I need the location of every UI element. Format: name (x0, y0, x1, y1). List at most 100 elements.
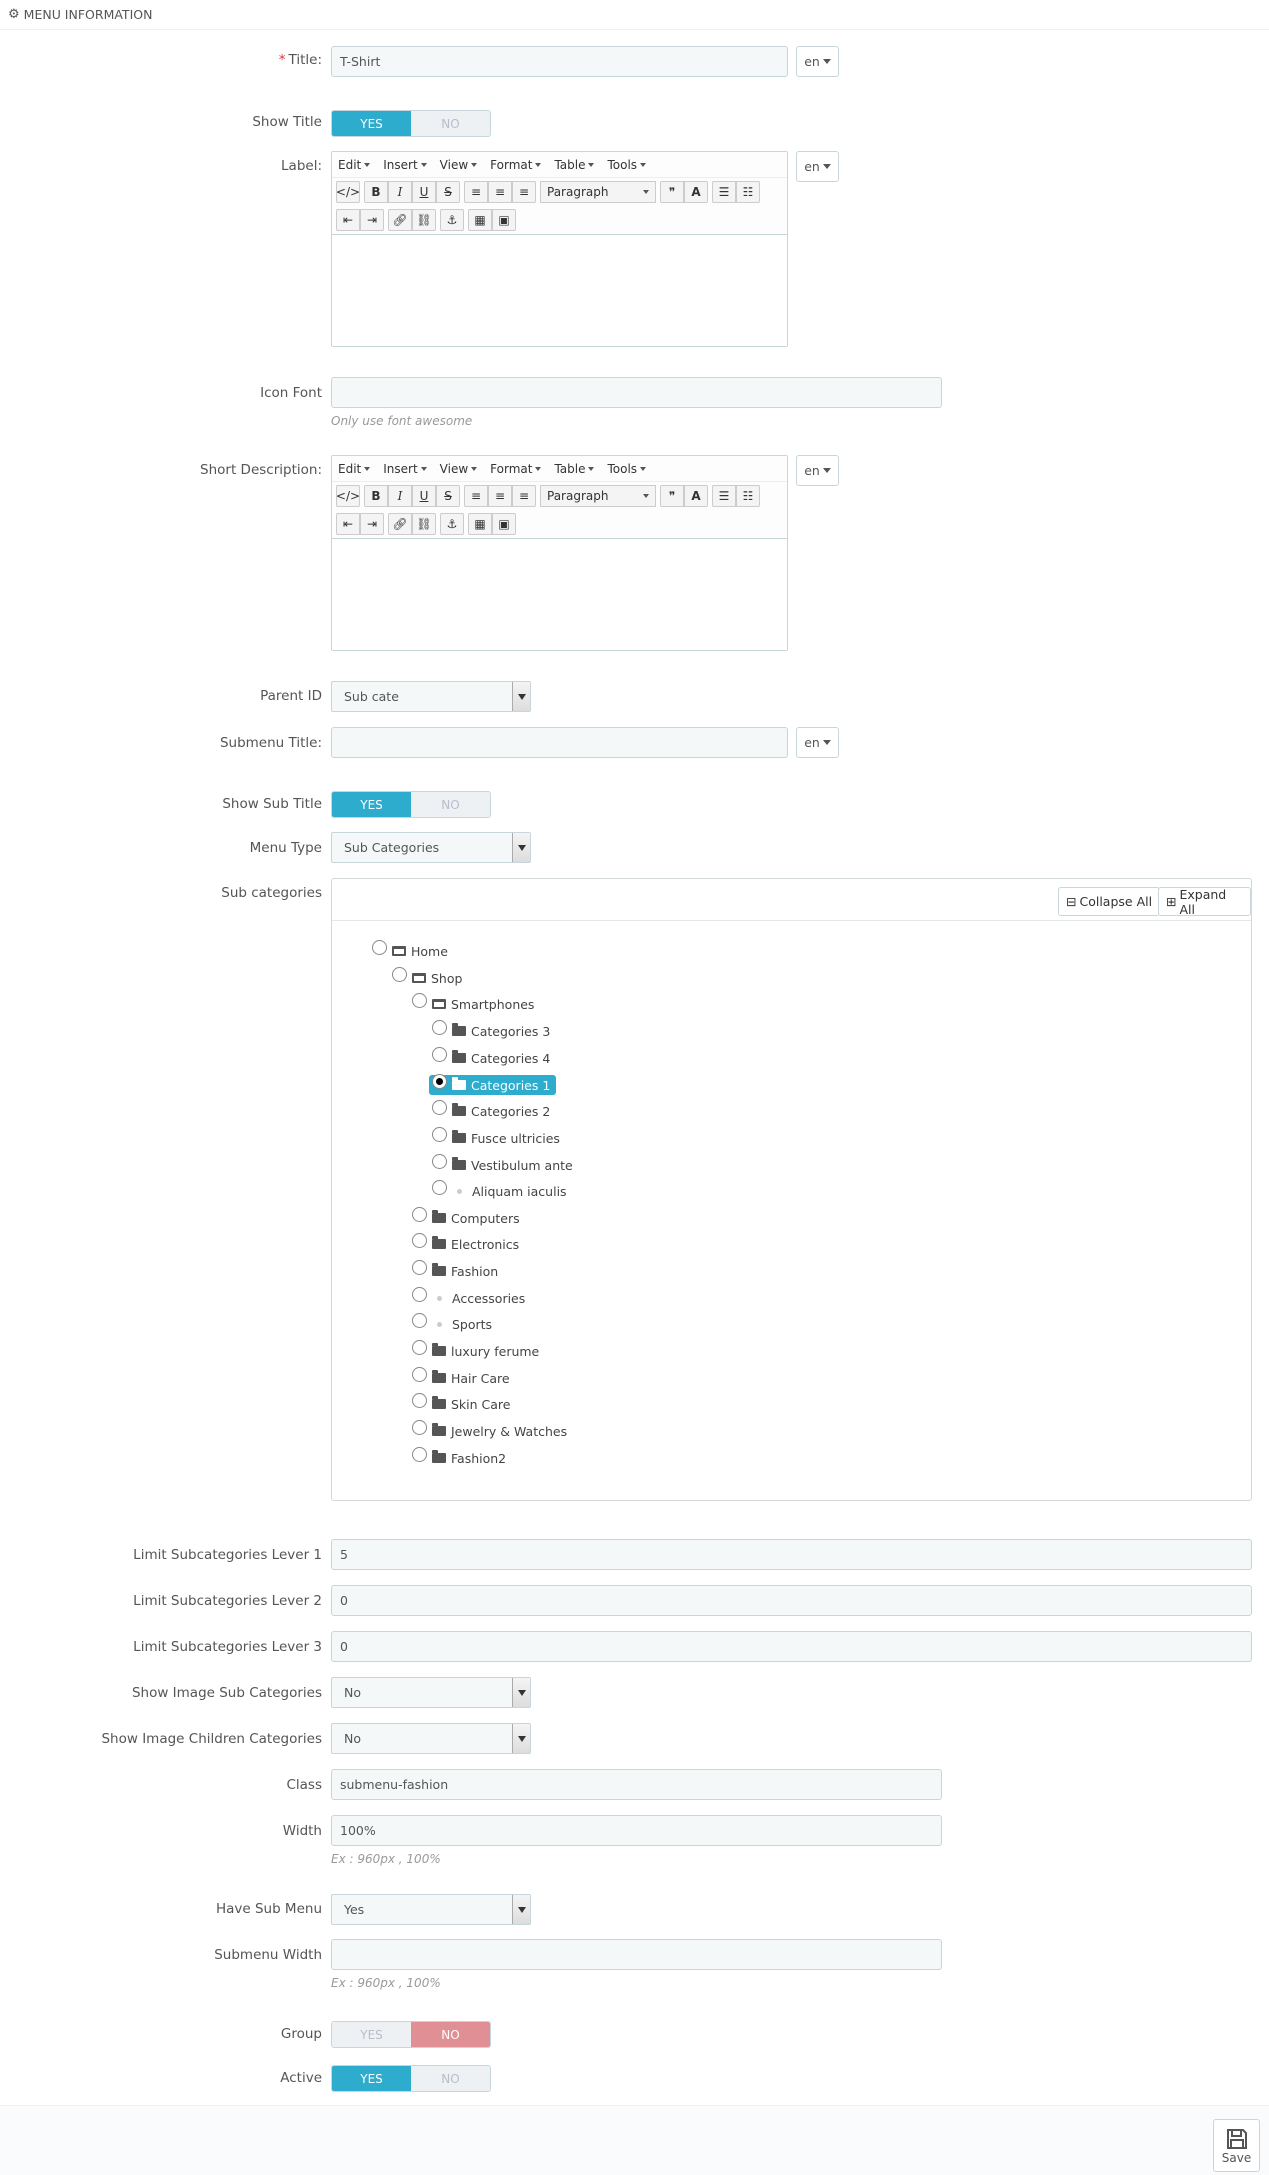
outdent-icon[interactable]: ⇤ (336, 513, 360, 535)
tree-node[interactable]: Sports (412, 1312, 492, 1334)
tree-node[interactable]: luxury ferume (412, 1339, 539, 1361)
tree-node[interactable]: Fusce ultricies (432, 1126, 560, 1148)
menu-insert[interactable]: Insert (383, 158, 427, 172)
tree-radio[interactable] (432, 1073, 447, 1089)
anchor-icon[interactable]: ⚓︎ (440, 513, 464, 535)
tree-radio[interactable] (412, 1206, 427, 1222)
menu-format[interactable]: Format (490, 158, 542, 172)
title-lang-dropdown[interactable]: en (796, 46, 839, 77)
align-center-icon[interactable]: ≡ (488, 485, 512, 507)
unlink-icon[interactable]: ⛓ (412, 513, 436, 535)
menu-type-select[interactable]: Sub Categories (331, 832, 531, 863)
media-icon[interactable]: ▦ (468, 513, 492, 535)
parent-id-select[interactable]: Sub cate (331, 681, 531, 712)
submenu-width-input[interactable] (331, 1939, 942, 1970)
tree-radio[interactable] (412, 1312, 427, 1328)
tree-node[interactable]: Fashion (412, 1259, 498, 1281)
tree-radio[interactable] (432, 1099, 447, 1115)
show-title-yes[interactable]: YES (332, 111, 411, 136)
outdent-icon[interactable]: ⇤ (336, 209, 360, 231)
code-icon[interactable]: </> (336, 181, 360, 203)
tree-node[interactable]: Fashion2 (412, 1446, 506, 1468)
indent-icon[interactable]: ⇥ (360, 209, 384, 231)
numbered-list-icon[interactable]: ☷ (736, 485, 760, 507)
show-image-sub-select[interactable]: No (331, 1677, 531, 1708)
italic-icon[interactable]: I (388, 181, 412, 203)
strikethrough-icon[interactable]: S (436, 485, 460, 507)
title-input[interactable]: T-Shirt (331, 46, 788, 77)
tree-radio[interactable] (392, 966, 407, 982)
bold-icon[interactable]: B (364, 181, 388, 203)
tree-radio[interactable] (432, 1126, 447, 1142)
save-button[interactable]: Save (1213, 2119, 1260, 2172)
media-icon[interactable]: ▦ (468, 209, 492, 231)
menu-view[interactable]: View (440, 462, 478, 476)
tree-radio[interactable] (372, 939, 387, 955)
text-color-icon[interactable]: A (684, 181, 708, 203)
tree-node[interactable]: Jewelry & Watches (412, 1419, 567, 1441)
text-color-icon[interactable]: A (684, 485, 708, 507)
bullet-list-icon[interactable]: ☰ (712, 485, 736, 507)
indent-icon[interactable]: ⇥ (360, 513, 384, 535)
tree-radio[interactable] (412, 1419, 427, 1435)
menu-tools[interactable]: Tools (607, 158, 647, 172)
submenu-title-lang-dropdown[interactable]: en (796, 727, 839, 758)
show-image-children-select[interactable]: No (331, 1723, 531, 1754)
show-sub-title-yes[interactable]: YES (332, 792, 411, 817)
tree-node[interactable]: Categories 1 (429, 1073, 557, 1095)
tree-radio[interactable] (412, 1366, 427, 1382)
limit3-input[interactable]: 0 (331, 1631, 1252, 1662)
active-switch[interactable]: YES NO (331, 2065, 491, 2092)
bold-icon[interactable]: B (364, 485, 388, 507)
tree-radio[interactable] (432, 1019, 447, 1035)
tree-node[interactable]: Computers (412, 1206, 520, 1228)
group-yes[interactable]: YES (332, 2022, 411, 2047)
tree-node[interactable]: Shop (392, 966, 462, 988)
tree-radio[interactable] (412, 1446, 427, 1462)
tree-node[interactable]: Home (372, 939, 448, 961)
menu-format[interactable]: Format (490, 462, 542, 476)
image-icon[interactable]: ▣ (492, 209, 516, 231)
show-title-switch[interactable]: YES NO (331, 110, 491, 137)
format-select[interactable]: Paragraph (540, 181, 656, 203)
tree-radio[interactable] (432, 1153, 447, 1169)
align-right-icon[interactable]: ≡ (512, 181, 536, 203)
align-right-icon[interactable]: ≡ (512, 485, 536, 507)
underline-icon[interactable]: U (412, 485, 436, 507)
align-center-icon[interactable]: ≡ (488, 181, 512, 203)
group-switch[interactable]: YES NO (331, 2021, 491, 2048)
show-sub-title-switch[interactable]: YES NO (331, 791, 491, 818)
tree-node[interactable]: Electronics (412, 1232, 519, 1254)
menu-edit[interactable]: Edit (338, 462, 371, 476)
tree-radio[interactable] (412, 992, 427, 1008)
menu-view[interactable]: View (440, 158, 478, 172)
italic-icon[interactable]: I (388, 485, 412, 507)
menu-table[interactable]: Table (554, 462, 595, 476)
bullet-list-icon[interactable]: ☰ (712, 181, 736, 203)
link-icon[interactable]: 🔗︎ (388, 513, 412, 535)
tree-node[interactable]: Categories 3 (432, 1019, 550, 1041)
menu-table[interactable]: Table (554, 158, 595, 172)
tree-radio[interactable] (412, 1286, 427, 1302)
tree-node[interactable]: Categories 4 (432, 1046, 550, 1068)
tree-node[interactable]: Categories 2 (432, 1099, 550, 1121)
tree-radio[interactable] (412, 1259, 427, 1275)
format-select[interactable]: Paragraph (540, 485, 656, 507)
label-edit-area[interactable] (332, 234, 787, 346)
blockquote-icon[interactable]: ❞ (660, 485, 684, 507)
code-icon[interactable]: </> (336, 485, 360, 507)
short-description-edit-area[interactable] (332, 538, 787, 650)
have-sub-menu-select[interactable]: Yes (331, 1894, 531, 1925)
underline-icon[interactable]: U (412, 181, 436, 203)
blockquote-icon[interactable]: ❞ (660, 181, 684, 203)
align-left-icon[interactable]: ≡ (464, 485, 488, 507)
icon-font-input[interactable] (331, 377, 942, 408)
collapse-all-button[interactable]: ⊟ Collapse All (1058, 887, 1161, 916)
tree-radio[interactable] (412, 1339, 427, 1355)
unlink-icon[interactable]: ⛓ (412, 209, 436, 231)
menu-tools[interactable]: Tools (607, 462, 647, 476)
menu-edit[interactable]: Edit (338, 158, 371, 172)
show-title-no[interactable]: NO (411, 111, 490, 136)
width-input[interactable]: 100% (331, 1815, 942, 1846)
tree-node[interactable]: Accessories (412, 1286, 525, 1308)
